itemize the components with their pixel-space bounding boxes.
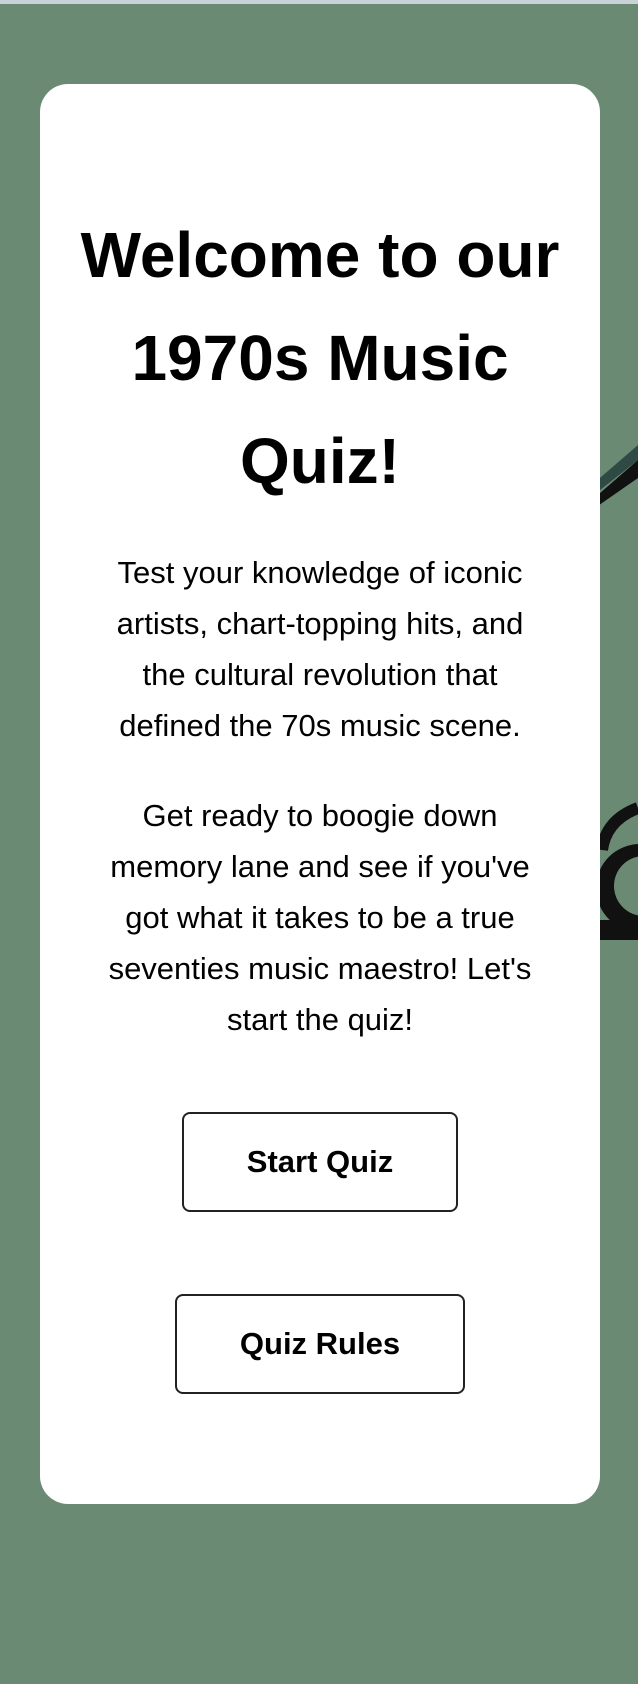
page-title: Welcome to our 1970s Music Quiz!	[80, 219, 560, 497]
start-quiz-button[interactable]: Start Quiz	[182, 1112, 458, 1212]
call-to-action-paragraph: Get ready to boogie down memory lane and…	[108, 798, 532, 1037]
welcome-card: Welcome to our 1970s Music Quiz! Test yo…	[40, 84, 600, 1504]
intro-paragraph: Test your knowledge of iconic artists, c…	[116, 555, 524, 743]
quiz-rules-button[interactable]: Quiz Rules	[175, 1294, 465, 1394]
browser-top-strip	[0, 0, 638, 4]
